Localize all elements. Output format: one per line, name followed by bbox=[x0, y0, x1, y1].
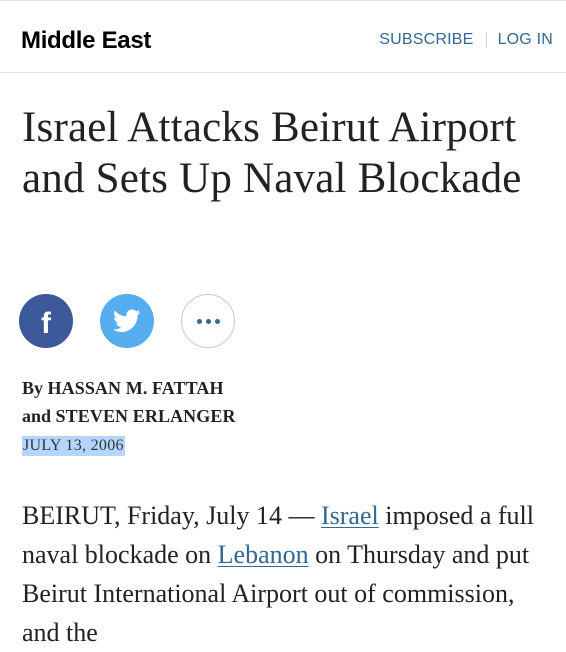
story-lead: BEIRUT, Friday, July 14 — bbox=[22, 501, 321, 530]
story-body: BEIRUT, Friday, July 14 — Israel imposed… bbox=[22, 496, 557, 652]
byline-line-2: and STEVEN ERLANGER bbox=[22, 402, 236, 430]
masthead: Middle East SUBSCRIBE LOG IN bbox=[0, 1, 566, 73]
facebook-icon: f bbox=[41, 307, 51, 340]
facebook-share-button[interactable]: f bbox=[19, 294, 73, 348]
article-headline: Israel Attacks Beirut Airport and Sets U… bbox=[22, 104, 522, 202]
link-separator bbox=[485, 32, 487, 48]
login-link[interactable]: LOG IN bbox=[498, 30, 553, 50]
more-share-options-button[interactable] bbox=[181, 294, 235, 348]
topic-link-lebanon[interactable]: Lebanon bbox=[218, 540, 309, 569]
author-name[interactable]: HASSAN M. FATTAH bbox=[48, 378, 224, 398]
more-dots-icon bbox=[195, 318, 222, 324]
twitter-icon bbox=[113, 309, 141, 332]
byline-prefix: By bbox=[22, 378, 44, 398]
section-title[interactable]: Middle East bbox=[21, 27, 151, 55]
publish-date: JULY 13, 2006 bbox=[22, 436, 125, 456]
author-name[interactable]: STEVEN ERLANGER bbox=[56, 406, 236, 426]
byline: By HASSAN M. FATTAH and STEVEN ERLANGER bbox=[22, 374, 236, 430]
topic-link-israel[interactable]: Israel bbox=[321, 501, 379, 530]
byline-conjunction: and bbox=[22, 406, 52, 426]
twitter-share-button[interactable] bbox=[100, 294, 154, 348]
share-tools: f bbox=[19, 294, 235, 348]
byline-line-1: By HASSAN M. FATTAH bbox=[22, 374, 236, 402]
subscribe-link[interactable]: SUBSCRIBE bbox=[379, 30, 473, 50]
account-links: SUBSCRIBE LOG IN bbox=[379, 30, 553, 50]
